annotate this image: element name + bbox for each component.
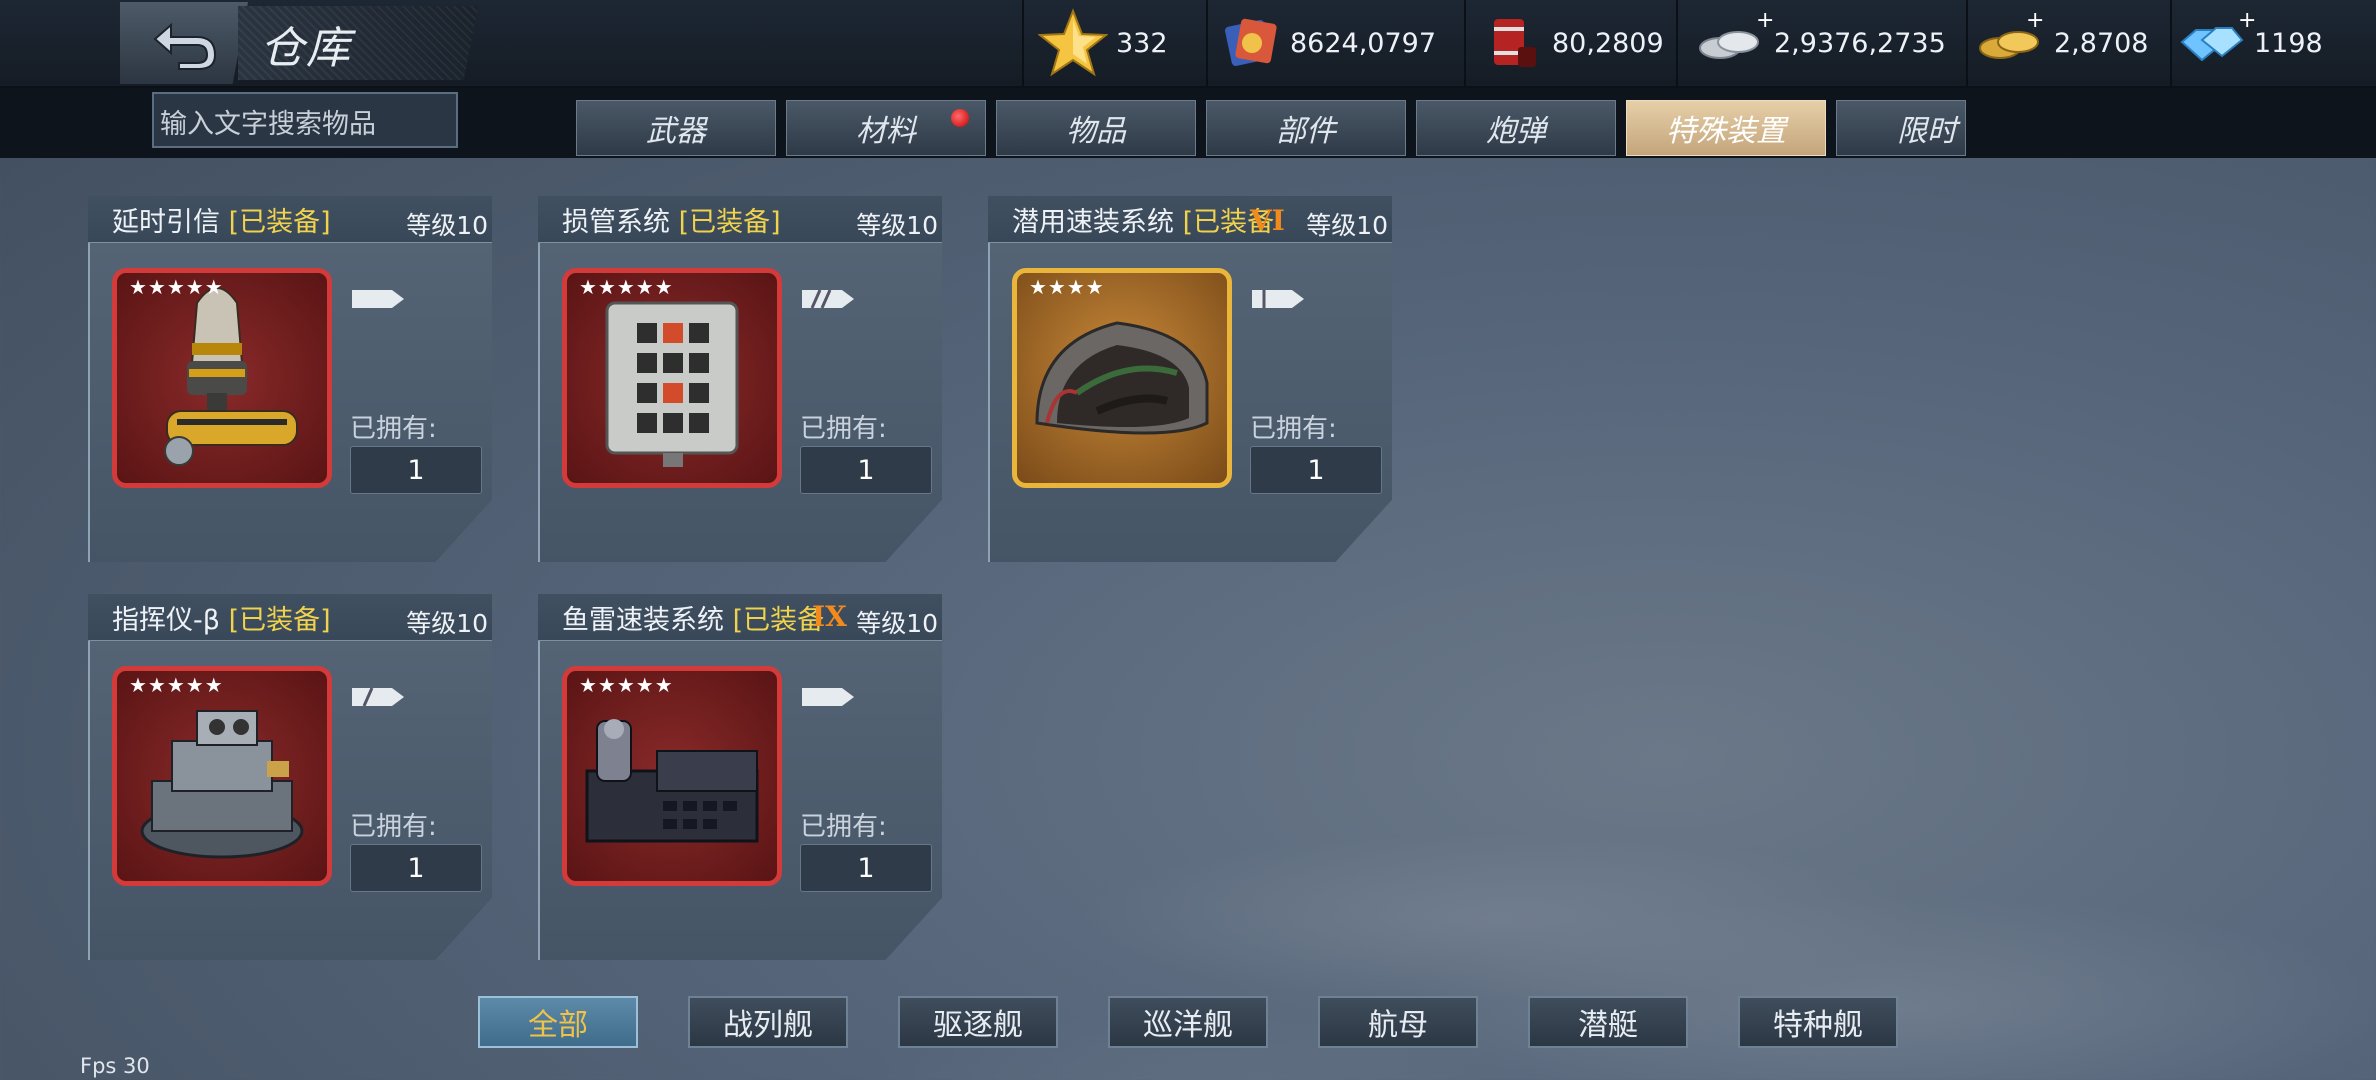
owned-label: 已拥有:: [350, 812, 437, 842]
tab-parts[interactable]: 部件: [1206, 100, 1406, 156]
add-silver-button[interactable]: +: [1756, 8, 1774, 33]
item-level: 等级10: [1306, 211, 1388, 240]
card-title: 损管系统 [已装备]: [562, 200, 781, 239]
filter-cruiser[interactable]: 巡洋舰: [1108, 996, 1268, 1048]
item-name: 指挥仪-β: [112, 605, 220, 636]
back-arrow-icon: [153, 22, 217, 70]
item-card[interactable]: 鱼雷速装系统 [已装备 IX 等级10 ★★★★★ 已拥有: 1: [538, 594, 942, 960]
resource-diamond[interactable]: + 1198: [2170, 0, 2376, 86]
item-card[interactable]: 潜用速装系统 [已装备 VI 等级10 ★★★★ 已拥有: 1: [988, 196, 1392, 562]
owned-count: 1: [350, 446, 482, 494]
grade-tag-icon: [352, 290, 404, 308]
director-icon: [140, 710, 304, 859]
back-button[interactable]: [120, 2, 248, 84]
filter-carrier[interactable]: 航母: [1318, 996, 1478, 1048]
tab-limited[interactable]: 限时: [1836, 100, 1966, 156]
silver-count: 2,9376,2735: [1774, 27, 1946, 59]
grade-tag-icon: [352, 687, 404, 707]
resource-stars: 332: [1022, 0, 1208, 86]
add-diamond-button[interactable]: +: [2238, 8, 2256, 33]
item-card[interactable]: 指挥仪-β [已装备] 等级10 ★★★★★ 已拥有: 1: [88, 594, 492, 960]
tab-special-devices[interactable]: 特殊装置: [1626, 100, 1826, 156]
fps-counter: Fps 30: [80, 1054, 150, 1078]
filter-battleship[interactable]: 战列舰: [688, 996, 848, 1048]
medal-icon: [1225, 18, 1277, 66]
filter-special-ship[interactable]: 特种舰: [1738, 996, 1898, 1048]
item-icon-frame[interactable]: ★★★★: [1012, 268, 1232, 488]
item-icon-frame[interactable]: ★★★★★: [562, 268, 782, 488]
torpedo-tube-icon: [1035, 321, 1209, 435]
tab-label: 材料: [856, 114, 916, 149]
resource-silver[interactable]: + 2,9376,2735: [1676, 0, 1968, 86]
torpedo-launcher-icon: [585, 719, 759, 843]
owned-label: 已拥有:: [1250, 414, 1337, 444]
owned-count: 1: [1250, 446, 1382, 494]
gold-count: 2,8708: [2054, 27, 2149, 59]
tab-items[interactable]: 物品: [996, 100, 1196, 156]
item-name: 潜用速装系统: [1012, 207, 1174, 238]
page-title: 仓库: [260, 23, 352, 74]
tab-shells[interactable]: 炮弹: [1416, 100, 1616, 156]
grade-tag-icon: [1252, 290, 1304, 308]
medal-count: 8624,0797: [1290, 27, 1437, 59]
item-level: 等级10: [856, 211, 938, 240]
fuel-barrel-icon: [1494, 19, 1536, 67]
star-count: 332: [1116, 27, 1168, 59]
tab-materials[interactable]: 材料: [786, 100, 986, 156]
resource-medals: 8624,0797: [1206, 0, 1466, 86]
star-rating: ★★★★★: [579, 673, 674, 697]
owned-count: 1: [800, 446, 932, 494]
search-input[interactable]: 输入文字搜索物品: [152, 92, 458, 148]
star-rating: ★★★★: [1029, 275, 1105, 299]
item-card[interactable]: 延时引信 [已装备] 等级10 ★★★★★ 已拥有: 1: [88, 196, 492, 562]
control-panel-icon: [605, 301, 739, 467]
grade-tag-icon: [802, 688, 854, 706]
fuel-count: 80,2809: [1552, 27, 1664, 59]
add-gold-button[interactable]: +: [2026, 8, 2044, 33]
card-title: 指挥仪-β [已装备]: [112, 598, 331, 637]
owned-count: 1: [350, 844, 482, 892]
notification-dot: [951, 109, 969, 127]
owned-label: 已拥有:: [350, 414, 437, 444]
diamond-icon: [2180, 27, 2244, 62]
item-icon-frame[interactable]: ★★★★★: [112, 666, 332, 886]
owned-label: 已拥有:: [800, 414, 887, 444]
filter-all[interactable]: 全部: [478, 996, 638, 1048]
item-icon-frame[interactable]: ★★★★★: [112, 268, 332, 488]
item-level: 等级10: [856, 609, 938, 638]
card-title: 鱼雷速装系统 [已装备: [562, 598, 824, 637]
item-name: 鱼雷速装系统: [562, 605, 724, 636]
item-card[interactable]: 损管系统 [已装备] 等级10 ★★★★★ 已拥有: 1: [538, 196, 942, 562]
star-rating: ★★★★★: [129, 275, 224, 299]
item-icon-frame[interactable]: ★★★★★: [562, 666, 782, 886]
equipped-tag: [已装备]: [678, 207, 781, 238]
owned-count: 1: [800, 844, 932, 892]
tier-badge: VI: [1250, 204, 1285, 237]
equipped-tag: [已装备]: [228, 605, 331, 636]
item-level: 等级10: [406, 211, 488, 240]
card-title: 潜用速装系统 [已装备: [1012, 200, 1274, 239]
equipped-tag: [已装备]: [228, 207, 331, 238]
fuse-icon: [164, 287, 298, 466]
filter-submarine[interactable]: 潜艇: [1528, 996, 1688, 1048]
star-icon: [1038, 8, 1108, 77]
card-title: 延时引信 [已装备]: [112, 200, 331, 239]
star-rating: ★★★★★: [129, 673, 224, 697]
grade-tag-icon: [802, 289, 854, 309]
resource-fuel: 80,2809: [1464, 0, 1678, 86]
item-name: 损管系统: [562, 207, 670, 238]
star-rating: ★★★★★: [579, 275, 674, 299]
tier-badge: IX: [812, 600, 847, 633]
tab-weapons[interactable]: 武器: [576, 100, 776, 156]
item-level: 等级10: [406, 609, 488, 638]
filter-destroyer[interactable]: 驱逐舰: [898, 996, 1058, 1048]
item-name: 延时引信: [112, 207, 220, 238]
resource-gold[interactable]: + 2,8708: [1966, 0, 2172, 86]
owned-label: 已拥有:: [800, 812, 887, 842]
equipped-tag: [已装备: [732, 605, 825, 636]
diamond-count: 1198: [2254, 27, 2323, 59]
